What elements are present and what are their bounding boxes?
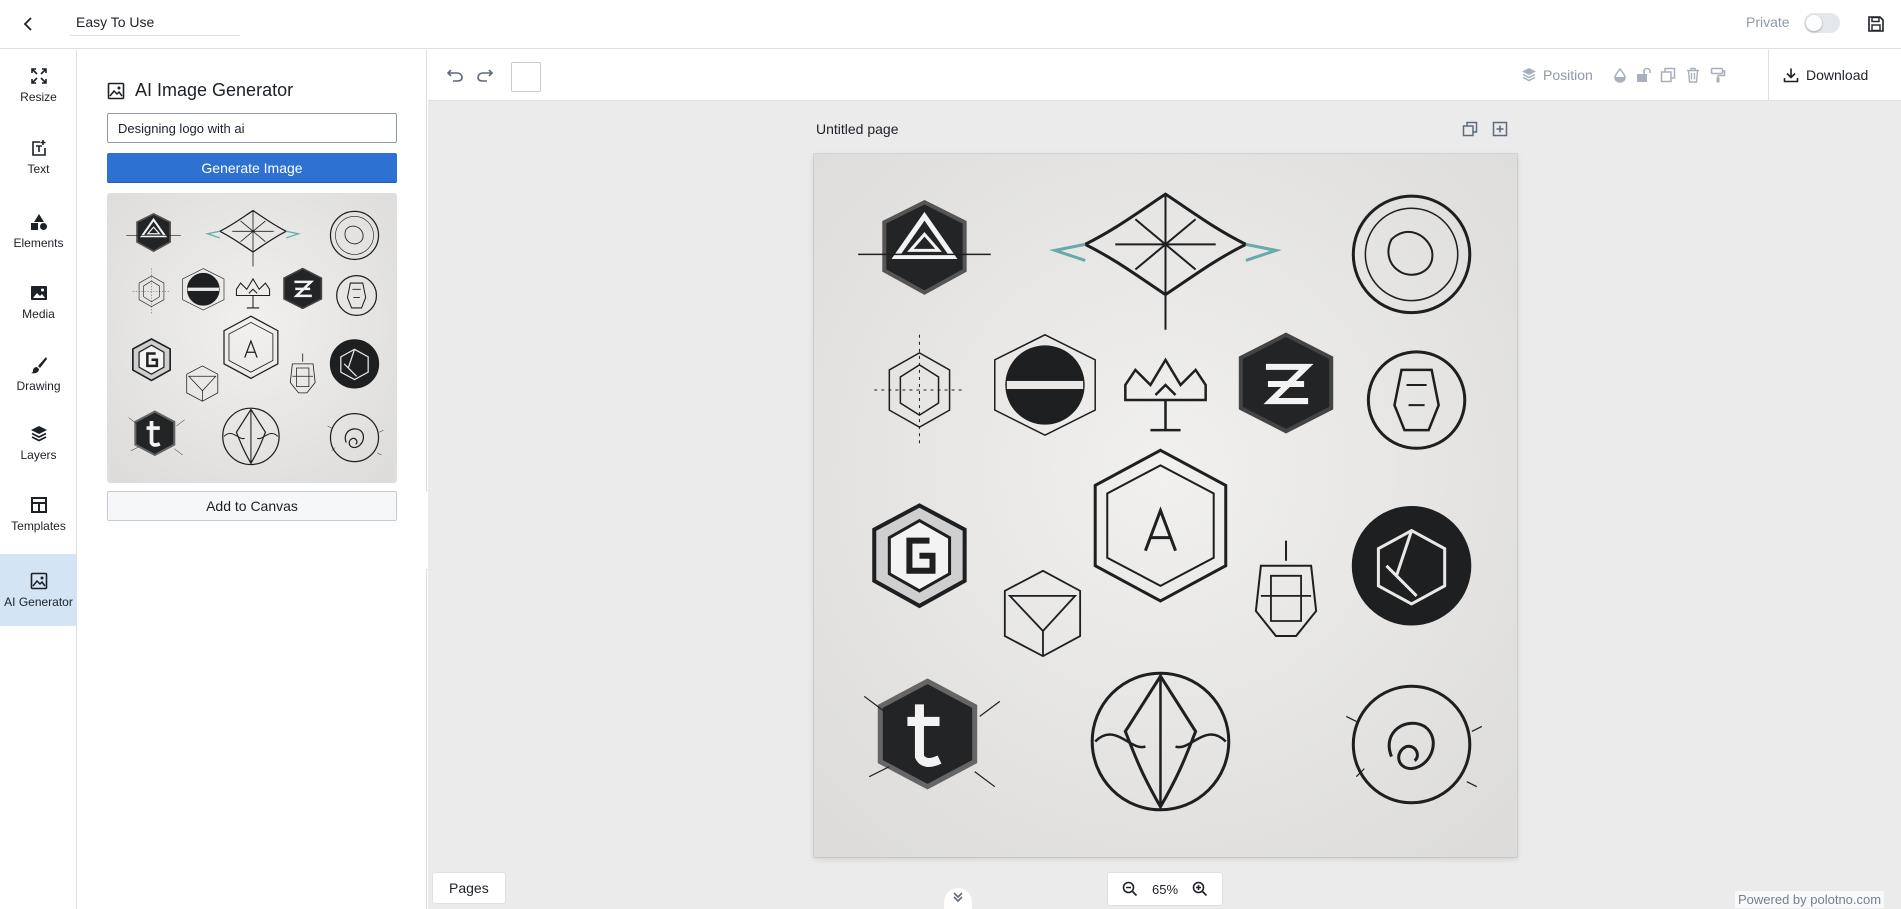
paint-roller-icon [1710,67,1726,83]
tab-label: Drawing [16,379,61,393]
ai-generator-panel: AI Image Generator Generate Image Add to… [77,50,427,909]
layers-icon [1522,68,1536,82]
redo-button[interactable] [473,63,497,87]
duplicate-icon [1462,121,1478,137]
tab-ai-generator[interactable]: AI Generator [0,554,77,626]
panel-title-text: AI Image Generator [135,80,294,100]
shapes-icon [29,212,49,232]
delete-button[interactable] [1681,63,1705,87]
download-button[interactable]: Download [1783,62,1868,88]
panel-title: AI Image Generator [107,80,293,101]
tab-label: Resize [20,90,57,104]
tab-label: Media [22,307,55,321]
template-icon [29,495,49,515]
tab-label: AI Generator [4,595,73,609]
generated-logos-image [108,194,396,482]
zoom-out-button[interactable] [1119,878,1141,900]
tab-drawing[interactable]: Drawing [0,355,77,407]
zoom-controls: 65% [1107,872,1223,906]
duplicate-button[interactable] [1656,63,1680,87]
tab-templates[interactable]: Templates [0,495,77,547]
double-chevron-down-icon [953,892,963,903]
new-text-box-icon [29,138,49,158]
tab-resize[interactable]: Resize [0,66,77,118]
save-button[interactable] [1862,10,1890,38]
zoom-out-icon [1123,881,1138,897]
zoom-in-icon [1192,881,1207,897]
tab-elements[interactable]: Elements [0,212,77,264]
tab-media[interactable]: Media [0,283,77,335]
layers-icon [29,424,49,444]
add-page-button[interactable] [1489,118,1511,140]
tab-label: Elements [13,236,64,250]
droplet-icon [1614,67,1626,83]
pages-toggle[interactable] [944,888,972,909]
toggle-knob [1806,15,1822,31]
transparency-button[interactable] [1608,63,1632,87]
toolbar: Position Download [428,50,1901,101]
zoom-level: 65% [1151,881,1179,897]
workspace: Untitled page [428,101,1901,909]
toolbar-divider [1768,50,1769,101]
add-icon [1492,121,1508,137]
duplicate-icon [1660,67,1676,83]
chevron-left-icon [23,17,32,31]
tab-label: Layers [20,448,57,462]
media-icon [29,283,49,303]
generated-image-thumbnail[interactable] [107,193,397,483]
private-label: Private [1746,14,1790,30]
page-title[interactable]: Untitled page [816,121,899,137]
add-to-canvas-button[interactable]: Add to Canvas [107,491,397,521]
canvas-page[interactable] [814,154,1517,857]
top-bar: Private [0,0,1901,49]
duplicate-page-button[interactable] [1459,118,1481,140]
private-toggle[interactable] [1804,13,1840,33]
back-button[interactable] [14,10,42,38]
pages-button[interactable]: Pages [432,872,506,904]
tab-label: Text [27,162,50,176]
lock-button[interactable] [1631,63,1655,87]
document-name-input[interactable] [70,8,240,36]
tab-label: Templates [11,519,66,533]
undo-icon [446,69,463,82]
tab-layers[interactable]: Layers [0,424,77,476]
side-tabs: Resize Text Elements Media Drawing Layer… [0,50,77,909]
powered-by-credit[interactable]: Powered by polotno.com [1735,891,1885,908]
floppy-disk-icon [1868,16,1884,32]
tab-text[interactable]: Text [0,138,77,190]
fullscreen-icon [29,66,49,86]
zoom-in-button[interactable] [1189,878,1211,900]
download-label: Download [1806,67,1869,83]
prompt-input[interactable] [107,113,397,143]
trash-icon [1687,67,1699,83]
background-color-picker[interactable] [511,62,541,92]
copy-style-button[interactable] [1706,63,1730,87]
unlock-icon [1637,67,1651,82]
brush-icon [29,355,49,375]
canvas-image-logos[interactable] [814,154,1517,857]
redo-icon [477,69,494,82]
image-icon [107,82,125,99]
image-icon [29,571,49,591]
download-icon [1783,68,1799,83]
undo-button[interactable] [443,63,467,87]
position-button[interactable]: Position [1521,62,1593,88]
position-label: Position [1543,67,1593,83]
generate-image-button[interactable]: Generate Image [107,153,397,183]
